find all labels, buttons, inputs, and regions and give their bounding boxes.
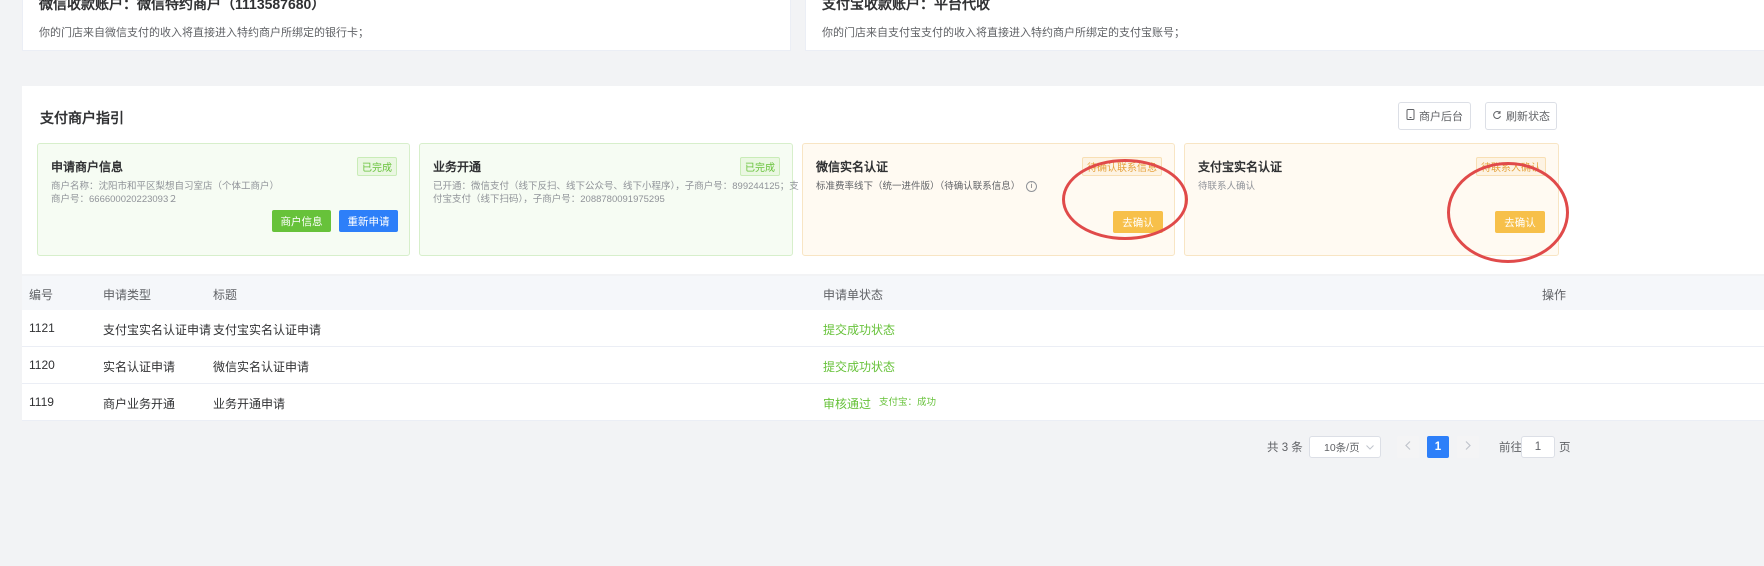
goto-page-input[interactable]: 1 xyxy=(1521,436,1555,458)
phone-icon xyxy=(1406,109,1415,123)
chevron-right-icon xyxy=(1465,441,1471,453)
application-table: 编号 申请类型 标题 申请单状态 操作 1121 支付宝实名认证申请 支付宝实名… xyxy=(22,276,1764,421)
row-id: 1120 xyxy=(29,358,55,372)
info-icon[interactable]: i xyxy=(1025,180,1037,192)
page-suffix: 页 xyxy=(1559,442,1571,454)
chevron-left-icon xyxy=(1405,441,1411,453)
status-badge: 已完成 xyxy=(357,157,397,176)
goto-label: 前往 xyxy=(1499,442,1522,454)
card-title: 微信实名认证 xyxy=(816,160,889,174)
card-line: 已开通：微信支付（线下反扫、线下公众号、线下小程序），子商户号：89924412… xyxy=(433,181,799,192)
row-type: 商户业务开通 xyxy=(103,397,176,411)
col-title: 标题 xyxy=(213,288,238,302)
col-action: 操作 xyxy=(1542,288,1567,302)
row-title: 微信实名认证申请 xyxy=(213,360,310,374)
table-row: 1119 商户业务开通 业务开通申请 审核通过 支付宝：成功 xyxy=(22,384,1764,421)
row-type: 支付宝实名认证申请 xyxy=(103,323,212,337)
guide-title: 支付商户指引 xyxy=(40,110,124,126)
highlight-circle-wechat xyxy=(1062,159,1188,240)
alipay-account-card: 支付宝收款账户：平台代收 你的门店来自支付宝支付的收入将直接进入特约商户所绑定的… xyxy=(805,0,1764,51)
page-size-value: 10条/页 xyxy=(1324,441,1360,454)
next-page-button[interactable] xyxy=(1457,436,1479,458)
card-line: 标准费率线下（统一进件版）（待确认联系信息） i xyxy=(816,178,1037,192)
card-title: 业务开通 xyxy=(433,160,482,174)
page-size-select[interactable]: 10条/页 xyxy=(1309,436,1381,458)
card-line: 商户号：666600020223093２ xyxy=(51,194,178,205)
alipay-account-desc: 你的门店来自支付宝支付的收入将直接进入特约商户所绑定的支付宝账号； xyxy=(822,27,1185,39)
row-id: 1119 xyxy=(29,395,54,409)
row-title: 业务开通申请 xyxy=(213,397,286,411)
row-title: 支付宝实名认证申请 xyxy=(213,323,322,337)
chevron-down-icon xyxy=(1366,441,1374,453)
refresh-icon xyxy=(1492,110,1502,123)
row-status-extra: 支付宝：成功 xyxy=(879,397,937,408)
wechat-account-title: 微信收款账户：微信特约商户（1113587680） xyxy=(39,0,326,12)
card-line: 待联系人确认 xyxy=(1198,181,1256,192)
prev-page-button[interactable] xyxy=(1397,436,1419,458)
col-id: 编号 xyxy=(29,288,54,302)
merchant-info-button[interactable]: 商户信息 xyxy=(272,210,331,232)
wechat-account-card: 微信收款账户：微信特约商户（1113587680） 你的门店来自微信支付的收入将… xyxy=(22,0,791,51)
merchant-backend-label: 商户后台 xyxy=(1419,111,1463,123)
row-id: 1121 xyxy=(29,321,55,335)
highlight-circle-alipay xyxy=(1447,162,1569,263)
reapply-button[interactable]: 重新申请 xyxy=(339,210,398,232)
card-line: 付宝支付（线下扫码），子商户号：2088780091975295 xyxy=(433,194,665,205)
card-title: 支付宝实名认证 xyxy=(1198,160,1283,174)
row-status: 提交成功状态 xyxy=(823,360,896,374)
table-row: 1120 实名认证申请 微信实名认证申请 提交成功状态 xyxy=(22,347,1764,384)
alipay-account-title: 支付宝收款账户：平台代收 xyxy=(822,0,990,12)
row-status: 提交成功状态 xyxy=(823,323,896,337)
status-badge: 已完成 xyxy=(740,157,780,176)
page-1-button[interactable]: 1 xyxy=(1427,436,1449,458)
card-line: 商户名称：沈阳市和平区梨想自习室店（个体工商户） xyxy=(51,181,280,192)
col-status: 申请单状态 xyxy=(823,288,884,302)
business-activation-card: 业务开通 已完成 已开通：微信支付（线下反扫、线下公众号、线下小程序），子商户号… xyxy=(419,143,799,256)
row-type: 实名认证申请 xyxy=(103,360,176,374)
col-type: 申请类型 xyxy=(103,288,152,302)
merchant-backend-button[interactable]: 商户后台 xyxy=(1398,102,1471,130)
table-header: 编号 申请类型 标题 申请单状态 操作 xyxy=(22,276,1764,311)
refresh-status-button[interactable]: 刷新状态 xyxy=(1485,102,1557,130)
row-status: 审核通过 xyxy=(823,397,872,411)
pagination-total: 共 3 条 xyxy=(1267,442,1303,454)
refresh-status-label: 刷新状态 xyxy=(1506,111,1550,123)
wechat-account-desc: 你的门店来自微信支付的收入将直接进入特约商户所绑定的银行卡； xyxy=(39,27,369,39)
apply-merchant-info-card: 申请商户信息 已完成 商户名称：沈阳市和平区梨想自习室店（个体工商户） 商户号：… xyxy=(37,143,410,256)
table-row: 1121 支付宝实名认证申请 支付宝实名认证申请 提交成功状态 xyxy=(22,310,1764,347)
card-title: 申请商户信息 xyxy=(51,160,124,174)
